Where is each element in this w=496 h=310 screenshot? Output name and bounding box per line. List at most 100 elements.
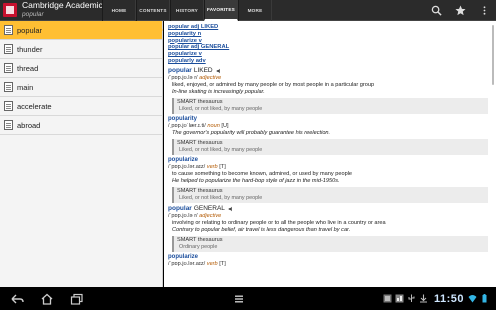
- speaker-icon[interactable]: [228, 206, 234, 212]
- document-icon: [4, 101, 13, 111]
- action-bar: Cambridge Academic popular HOME CONTENTS…: [0, 0, 496, 21]
- list-item[interactable]: thread: [0, 59, 162, 78]
- app-title: Cambridge Academic: [22, 0, 103, 10]
- thesaurus-body: Liked, or not liked, by many people: [179, 105, 263, 112]
- pronunciation: /ˈpɒp.jʊ.lər.aɪz/: [168, 260, 206, 267]
- example: Contrary to popular belief, air travel i…: [172, 226, 351, 233]
- list-item-label: main: [17, 82, 34, 92]
- clock[interactable]: 11:50: [434, 293, 464, 305]
- list-item[interactable]: main: [0, 78, 162, 97]
- overflow-menu-icon[interactable]: [472, 0, 496, 21]
- list-item-label: accelerate: [17, 101, 52, 111]
- entry-link[interactable]: popular adj GENERAL: [168, 44, 496, 51]
- headword: popularize: [168, 156, 199, 163]
- pronunciation: /ˌpɒp.jʊˈlær.ɪ.ti/: [168, 122, 206, 129]
- list-item-label: thread: [17, 63, 39, 73]
- thesaurus-box[interactable]: SMART thesaurus Liked, or not liked, by …: [172, 97, 488, 114]
- entry-links: popular adj LIKED popularity n populariz…: [168, 21, 496, 65]
- pronunciation: /ˈpɒp.jʊ.lər.aɪz/: [168, 163, 206, 170]
- document-icon: [4, 44, 13, 54]
- document-icon: [4, 82, 13, 92]
- entry-link[interactable]: popularize v: [168, 51, 496, 58]
- thesaurus-box[interactable]: SMART thesaurus Liked, or not liked, by …: [172, 138, 488, 155]
- star-icon[interactable]: [448, 0, 472, 21]
- thesaurus-body: Liked, or not liked, by many people: [179, 146, 263, 153]
- app-logo-icon[interactable]: [3, 3, 17, 17]
- definition: to cause something to become known, admi…: [172, 170, 353, 177]
- gallery-icon[interactable]: [383, 294, 392, 303]
- example: He helped to popularize the hard-bop sty…: [172, 177, 340, 184]
- sense-general: popular GENERAL /ˈpɒp.jʊ.lə r/ adjective…: [168, 205, 496, 252]
- entry-link[interactable]: popularly adv: [168, 58, 496, 65]
- tab-bar: HOME CONTENTS HISTORY FAVORITES MORE: [102, 0, 272, 21]
- thesaurus-title: SMART thesaurus: [177, 98, 223, 105]
- thesaurus-body: Ordinary people: [179, 243, 218, 250]
- menu-icon[interactable]: [232, 292, 244, 304]
- derived-popularize: popularize /ˈpɒp.jʊ.lər.aɪz/ verb [T] to…: [168, 157, 496, 203]
- list-item[interactable]: popular: [0, 21, 162, 40]
- headword: popular: [168, 66, 192, 74]
- headword: popularity: [168, 115, 198, 122]
- recent-apps-icon[interactable]: [70, 292, 84, 305]
- part-of-speech: noun: [207, 122, 220, 129]
- list-item-label: popular: [17, 25, 43, 35]
- entry-content[interactable]: popular adj LIKED popularity n populariz…: [164, 21, 496, 287]
- entry-link[interactable]: popular adj LIKED: [168, 24, 496, 31]
- download-icon[interactable]: [419, 294, 428, 303]
- back-icon[interactable]: [10, 292, 24, 304]
- notification-icon[interactable]: [395, 294, 404, 303]
- list-item-label: abroad: [17, 120, 41, 130]
- home-icon[interactable]: [40, 292, 54, 305]
- list-item[interactable]: thunder: [0, 40, 162, 59]
- sense-label: GENERAL: [193, 204, 225, 212]
- derived-popularize-2: popularize /ˈpɒp.jʊ.lər.aɪz/ verb [T]: [168, 254, 496, 268]
- sense-label: LIKED: [193, 66, 213, 74]
- definition: liked, enjoyed, or admired by many peopl…: [172, 81, 375, 88]
- sense-liked: popular LIKED /ˈpɒp.jʊ.lə r/ adjective l…: [168, 67, 496, 114]
- part-of-speech: adjective: [199, 74, 222, 81]
- document-icon: [4, 25, 13, 35]
- thesaurus-title: SMART thesaurus: [177, 187, 223, 194]
- history-list: popular thunder thread main accelerate a…: [0, 21, 163, 287]
- tab-more[interactable]: MORE: [238, 0, 272, 21]
- grammar-code: [U]: [221, 122, 229, 129]
- document-icon: [4, 120, 13, 130]
- thesaurus-body: Liked, or not liked, by many people: [179, 194, 263, 201]
- grammar-code: [T]: [219, 260, 226, 267]
- derived-popularity: popularity /ˌpɒp.jʊˈlær.ɪ.ti/ noun [U] T…: [168, 116, 496, 155]
- part-of-speech: adjective: [199, 212, 222, 219]
- pronunciation: /ˈpɒp.jʊ.lə r/: [168, 74, 198, 81]
- list-item-label: thunder: [17, 44, 43, 54]
- part-of-speech: verb: [206, 260, 218, 267]
- tab-contents[interactable]: CONTENTS: [136, 0, 170, 21]
- entry-link[interactable]: popularize v: [168, 38, 496, 45]
- system-bar: 11:50: [0, 287, 496, 310]
- tab-history[interactable]: HISTORY: [170, 0, 204, 21]
- definition: involving or relating to ordinary people…: [172, 219, 386, 226]
- part-of-speech: verb: [206, 163, 218, 170]
- example: The governor's popularity will probably …: [172, 129, 331, 136]
- battery-icon: [482, 294, 487, 303]
- tab-favorites[interactable]: FAVORITES: [204, 0, 238, 21]
- thesaurus-title: SMART thesaurus: [177, 236, 223, 243]
- thesaurus-box[interactable]: SMART thesaurus Ordinary people: [172, 235, 488, 252]
- thesaurus-box[interactable]: SMART thesaurus Liked, or not liked, by …: [172, 186, 488, 203]
- headword: popular: [168, 204, 192, 212]
- entry-link[interactable]: popularity n: [168, 31, 496, 38]
- pronunciation: /ˈpɒp.jʊ.lə r/: [168, 212, 198, 219]
- headword: popularize: [168, 253, 199, 260]
- thesaurus-title: SMART thesaurus: [177, 139, 223, 146]
- selection-pointer: [157, 24, 163, 36]
- status-tray: 11:50: [383, 287, 492, 310]
- usb-icon[interactable]: [407, 294, 416, 303]
- grammar-code: [T]: [219, 163, 226, 170]
- tab-home[interactable]: HOME: [102, 0, 136, 21]
- action-bar-icons: [424, 0, 496, 21]
- list-item[interactable]: accelerate: [0, 97, 162, 116]
- app-subtitle: popular: [22, 11, 44, 18]
- speaker-icon[interactable]: [216, 68, 222, 74]
- wifi-icon: [468, 295, 477, 303]
- list-item[interactable]: abroad: [0, 116, 162, 135]
- search-icon[interactable]: [424, 0, 448, 21]
- scrollbar[interactable]: [492, 25, 494, 85]
